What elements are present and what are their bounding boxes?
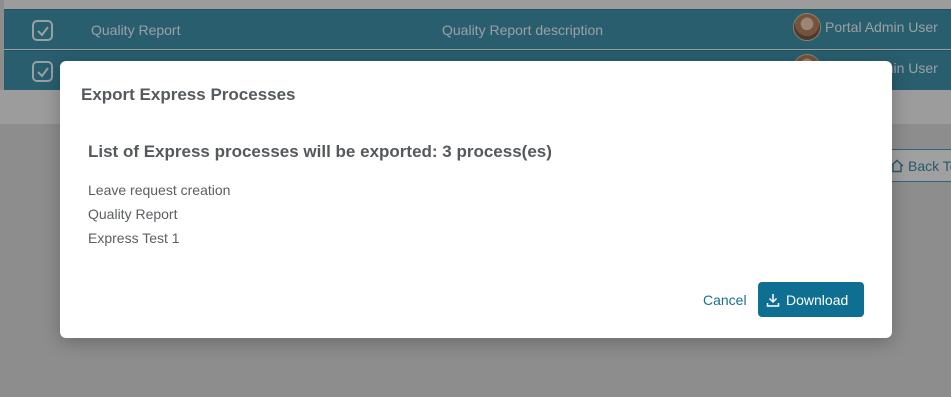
export-summary-heading: List of Express processes will be export… xyxy=(88,142,552,161)
list-item: Quality Report xyxy=(88,206,178,222)
list-item: Leave request creation xyxy=(88,182,231,198)
download-label: Download xyxy=(786,291,849,308)
download-button[interactable]: Download xyxy=(758,282,864,317)
cancel-button[interactable]: Cancel xyxy=(703,292,747,308)
export-dialog: Export Express Processes List of Express… xyxy=(60,61,892,338)
process-list: Leave request creation Quality Report Ex… xyxy=(88,182,230,254)
list-item: Express Test 1 xyxy=(88,230,180,246)
dialog-title: Export Express Processes xyxy=(81,85,296,104)
download-icon xyxy=(766,293,780,307)
